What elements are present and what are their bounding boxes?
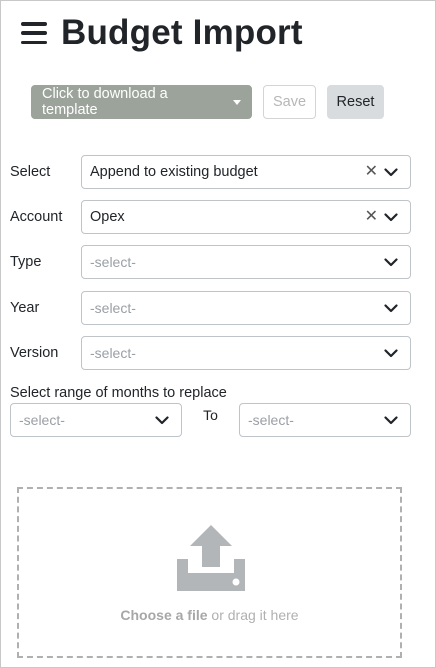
- version-label: Version: [10, 345, 59, 361]
- select-value: Append to existing budget: [90, 164, 258, 180]
- to-month-dropdown[interactable]: -select-: [239, 403, 411, 437]
- reset-button[interactable]: Reset: [327, 85, 384, 119]
- file-dropzone[interactable]: Choose a file or drag it here: [17, 487, 402, 658]
- version-row: Version -select-: [10, 336, 411, 370]
- type-row: Type -select-: [10, 245, 411, 279]
- year-dropdown[interactable]: -select-: [81, 291, 411, 325]
- chevron-down-icon: [384, 304, 398, 313]
- drag-hint: or drag it here: [207, 607, 299, 623]
- dropzone-text: Choose a file or drag it here: [19, 607, 400, 623]
- chevron-down-icon: [384, 349, 398, 358]
- account-label: Account: [10, 209, 63, 225]
- to-month-placeholder: -select-: [248, 412, 294, 428]
- chevron-down-icon: [384, 258, 398, 267]
- account-value: Opex: [90, 209, 125, 225]
- month-range-row: -select- To -select-: [10, 403, 411, 437]
- select-dropdown[interactable]: Append to existing budget ✕: [81, 155, 411, 189]
- clear-icon[interactable]: ✕: [365, 164, 378, 180]
- to-label: To: [203, 407, 218, 423]
- page-header: Budget Import: [21, 11, 303, 55]
- type-dropdown[interactable]: -select-: [81, 245, 411, 279]
- from-month-dropdown[interactable]: -select-: [10, 403, 182, 437]
- year-label: Year: [10, 300, 40, 316]
- select-row: Select Append to existing budget ✕: [10, 155, 411, 189]
- chevron-down-icon: [384, 416, 398, 425]
- year-row: Year -select-: [10, 291, 411, 325]
- account-row: Account Opex ✕: [10, 200, 411, 234]
- app-window: Budget Import Click to download a templa…: [0, 0, 436, 668]
- version-dropdown[interactable]: -select-: [81, 336, 411, 370]
- year-placeholder: -select-: [90, 300, 136, 316]
- account-dropdown[interactable]: Opex ✕: [81, 200, 411, 234]
- choose-file-link[interactable]: Choose a file: [120, 607, 207, 623]
- type-label: Type: [10, 254, 42, 270]
- hamburger-menu-icon[interactable]: [21, 22, 47, 44]
- chevron-down-icon: [155, 416, 169, 425]
- caret-down-icon: [233, 99, 241, 105]
- chevron-down-icon: [384, 168, 398, 177]
- version-placeholder: -select-: [90, 345, 136, 361]
- chevron-down-icon: [384, 213, 398, 222]
- toolbar: Click to download a template Save Reset: [31, 85, 384, 119]
- page-title: Budget Import: [61, 13, 303, 52]
- download-template-button[interactable]: Click to download a template: [31, 85, 252, 119]
- month-range-label: Select range of months to replace: [10, 385, 227, 401]
- download-template-label: Click to download a template: [42, 86, 168, 118]
- select-label: Select: [10, 164, 51, 180]
- type-placeholder: -select-: [90, 254, 136, 270]
- upload-icon: [177, 525, 245, 591]
- clear-icon[interactable]: ✕: [365, 209, 378, 225]
- save-button[interactable]: Save: [263, 85, 316, 119]
- from-month-placeholder: -select-: [19, 412, 65, 428]
